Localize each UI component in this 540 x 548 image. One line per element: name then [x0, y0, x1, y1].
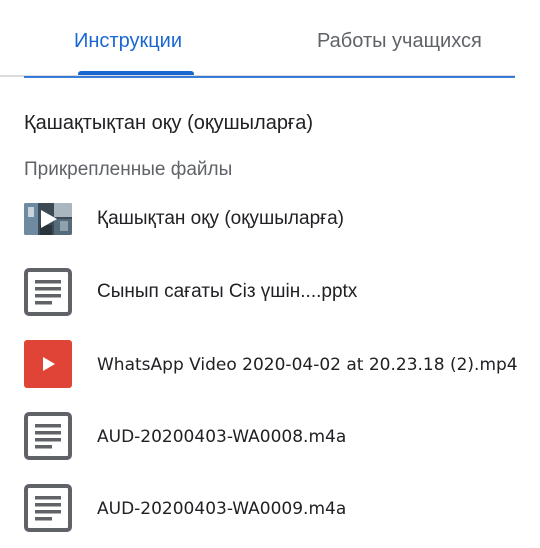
attachment-item[interactable]: WhatsApp Video 2020-04-02 at 20.23.18 (2… [24, 340, 524, 390]
tab-student-work[interactable]: Работы учащихся [317, 29, 482, 53]
attachment-name: WhatsApp Video 2020-04-02 at 20.23.18 (2… [97, 355, 518, 375]
video-play-icon [24, 340, 72, 388]
document-icon [24, 268, 72, 316]
document-icon [24, 484, 72, 532]
document-icon [24, 412, 72, 460]
attachments-section-title: Прикрепленные файлы [24, 159, 233, 180]
attachment-name: Қашықтан оқу (оқушыларға) [97, 208, 344, 229]
attachment-item[interactable]: AUD-20200403-WA0009.m4a [24, 484, 524, 534]
accent-divider [24, 76, 515, 78]
attachment-item[interactable]: AUD-20200403-WA0008.m4a [24, 412, 524, 462]
tab-instructions[interactable]: Инструкции [74, 29, 182, 53]
attachment-name: AUD-20200403-WA0008.m4a [97, 427, 347, 447]
attachment-name: Сынып сағаты Сіз үшін....pptx [97, 281, 358, 302]
attachment-name: AUD-20200403-WA0009.m4a [97, 499, 347, 519]
assignment-title: Қашақтықтан оқу (оқушыларға) [24, 112, 314, 134]
video-thumbnail-icon [24, 203, 72, 235]
attachment-item[interactable]: Қашықтан оқу (оқушыларға) [24, 195, 524, 245]
tab-bar: Инструкции Работы учащихся [0, 0, 540, 78]
attachment-item[interactable]: Сынып сағаты Сіз үшін....pptx [24, 268, 524, 318]
